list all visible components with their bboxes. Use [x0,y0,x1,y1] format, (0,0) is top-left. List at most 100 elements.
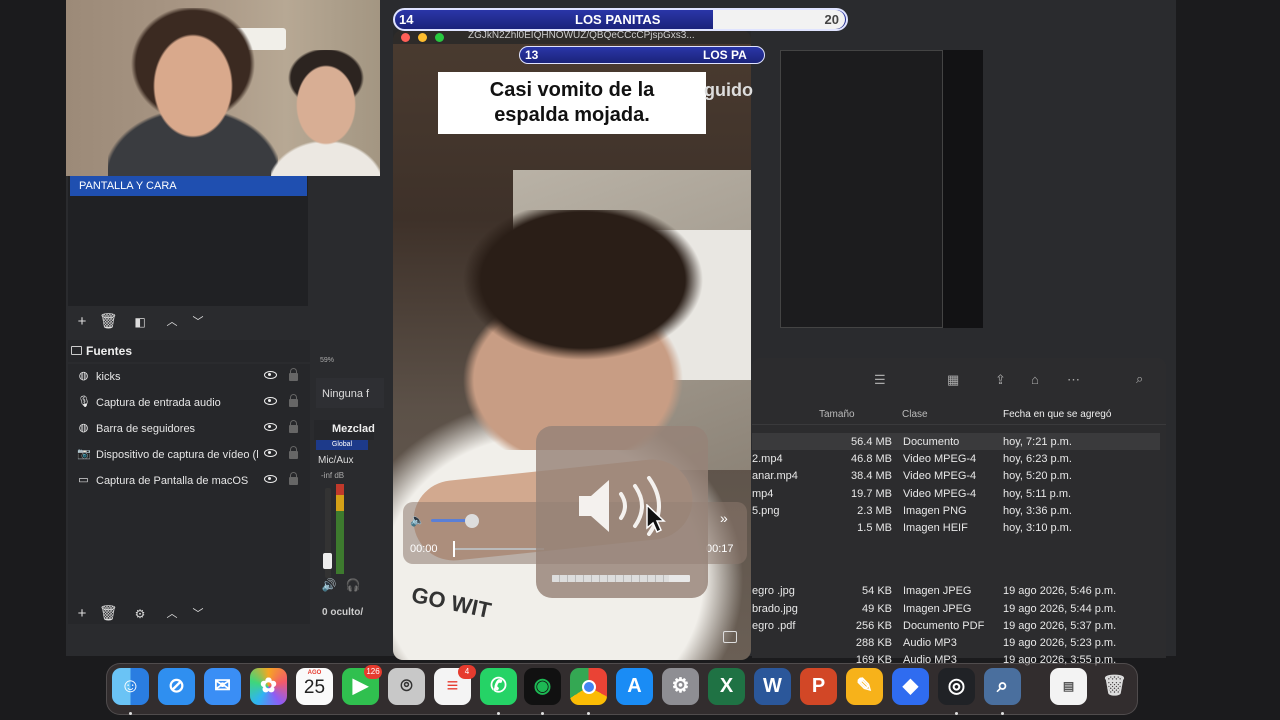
source-row[interactable]: 🎙 Captura de entrada audio [68,390,310,416]
excel-icon[interactable]: X [708,668,745,705]
speaker-icon[interactable]: 🔊 [320,576,338,594]
grid-view-icon[interactable]: ▦ [947,372,959,388]
picture-in-picture-icon[interactable] [723,631,737,643]
followers-title-nested: LOS PA [703,48,747,62]
source-row[interactable]: ▭ Captura de Pantalla de macOS [68,468,310,494]
finder-icon[interactable]: ☺ [112,668,149,705]
photos-icon[interactable]: ✿ [250,668,287,705]
lock-icon[interactable] [289,472,298,485]
running-indicator [497,712,500,715]
transition-select[interactable]: Ninguna f [316,378,384,408]
chevron-down-icon[interactable]: ﹀ [189,313,207,331]
search-icon[interactable]: ⌕ [1136,371,1143,387]
gear-icon[interactable]: ⚙ [131,605,149,623]
column-size[interactable]: Tamaño [819,409,855,420]
source-label: kicks [96,371,121,383]
document-icon[interactable]: ▤ [1050,668,1087,705]
lock-icon[interactable] [289,368,298,381]
chevron-down-icon[interactable]: ﹀ [189,605,207,623]
lock-icon[interactable] [289,420,298,433]
scene-item-selected[interactable]: PANTALLA Y CARA [70,176,307,196]
chrome-icon[interactable] [570,668,607,705]
scrubber-head[interactable] [453,541,455,557]
mixer-channel-name[interactable]: Mic/Aux [318,455,354,466]
file-kind: Video MPEG-4 [903,488,977,500]
filters-icon[interactable]: ◧ [131,313,149,331]
file-row[interactable]: 56.4 MB Documento hoy, 7:21 p.m. [752,433,1160,450]
column-date[interactable]: Fecha en que se agregó [1003,409,1111,420]
eye-icon[interactable] [264,397,277,405]
scrubber-track[interactable] [454,548,544,550]
fader-knob[interactable] [323,553,332,569]
eye-icon[interactable] [264,475,277,483]
source-row[interactable]: 📷 Dispositivo de captura de vídeo (h [68,442,310,468]
file-row[interactable]: egro .pdf 256 KB Documento PDF 19 ago 2026,… [752,617,1160,634]
file-kind: Imagen PNG [903,505,967,517]
mixer-header: Mezclad [314,420,375,440]
column-kind[interactable]: Clase [902,409,928,420]
file-kind: Video MPEG-4 [903,470,977,482]
spotify-icon[interactable]: ◉ [524,668,561,705]
file-row[interactable]: anar.mp4 38.4 MB Video MPEG-4 hoy, 5:20 p.m… [752,467,1160,484]
zoom-button[interactable] [435,33,444,42]
file-date: 19 ago 2026, 5:44 p.m. [1003,603,1117,615]
preview-zoom: 59% [320,357,335,364]
calendar-day: 25 [303,677,326,698]
preview-icon[interactable]: ⌕ [984,668,1021,705]
obs-icon[interactable]: ◎ [938,668,975,705]
app-store-icon[interactable]: A [616,668,653,705]
lock-icon[interactable] [289,394,298,407]
trash-icon[interactable]: 🗑 [1096,668,1133,705]
volume-icon[interactable]: 🔈 [410,513,425,527]
running-indicator [955,712,958,715]
add-source-button[interactable]: + [73,605,91,623]
file-row[interactable]: 2.mp4 46.8 MB Video MPEG-4 hoy, 6:23 p.m. [752,450,1160,467]
source-label: Captura de Pantalla de macOS [96,475,249,487]
settings-icon[interactable]: ⚙ [662,668,699,705]
eye-icon[interactable] [264,371,277,379]
source-row[interactable]: ◍ Barra de seguidores [68,416,310,442]
add-scene-button[interactable]: + [73,313,91,331]
file-row[interactable]: egro .jpg 54 KB Imagen JPEG 19 ago 2026, 5:… [752,582,1160,599]
mouse-cursor-icon [646,504,666,534]
file-kind: Documento [903,436,960,448]
share-icon[interactable]: ⇪ [995,372,1006,388]
tag-icon[interactable]: ⌂ [1031,372,1039,387]
volume-slider-knob[interactable] [465,514,479,528]
eye-icon[interactable] [264,423,277,431]
person-white-shirt [271,50,380,176]
whatsapp-icon[interactable]: ✆ [480,668,517,705]
minimize-button[interactable] [418,33,427,42]
lock-icon[interactable] [289,446,298,459]
safari-icon[interactable]: ⊘ [158,668,195,705]
close-button[interactable] [401,33,410,42]
sources-header: Fuentes [68,340,310,362]
source-row[interactable]: ◍ kicks [68,364,310,390]
eye-icon[interactable] [264,449,277,457]
mail-icon[interactable]: ✉ [204,668,241,705]
more-icon[interactable]: ⋯ [1067,372,1080,388]
pencil-notes-icon[interactable]: ✎ [846,668,883,705]
file-row[interactable]: brado.jpg 49 KB Imagen JPEG 19 ago 2026, 5:… [752,600,1160,617]
word-icon[interactable]: W [754,668,791,705]
file-row[interactable]: mp4 19.7 MB Video MPEG-4 hoy, 5:11 p.m. [752,485,1160,502]
reminders-badge: 4 [458,665,476,679]
trash-icon[interactable]: 🗑 [99,605,118,623]
headphones-icon[interactable]: 🎧 [344,576,362,594]
file-row[interactable]: 5.png 2.3 MB Imagen PNG hoy, 3:36 p.m. [752,502,1160,519]
mixer-global-tab[interactable]: Global [316,440,368,450]
roblox-icon[interactable]: ◆ [892,668,929,705]
screenshot-icon[interactable]: ⌾ [388,668,425,705]
file-date: hoy, 6:23 p.m. [1003,453,1072,465]
display-icon: ▭ [78,474,89,486]
chevron-up-icon[interactable]: ︿ [163,605,181,623]
fast-forward-icon[interactable]: » [720,510,728,526]
list-view-icon[interactable]: ☰ [874,372,886,388]
trash-icon[interactable]: 🗑 [99,313,118,331]
volume-level-fill [552,575,670,582]
file-row[interactable]: 288 KB Audio MP3 19 ago 2026, 5:23 p.m. [752,634,1160,651]
chevron-up-icon[interactable]: ︿ [163,313,181,331]
file-row[interactable]: 1.5 MB Imagen HEIF hoy, 3:10 p.m. [752,519,1160,536]
file-size: 46.8 MB [851,453,892,465]
powerpoint-icon[interactable]: P [800,668,837,705]
